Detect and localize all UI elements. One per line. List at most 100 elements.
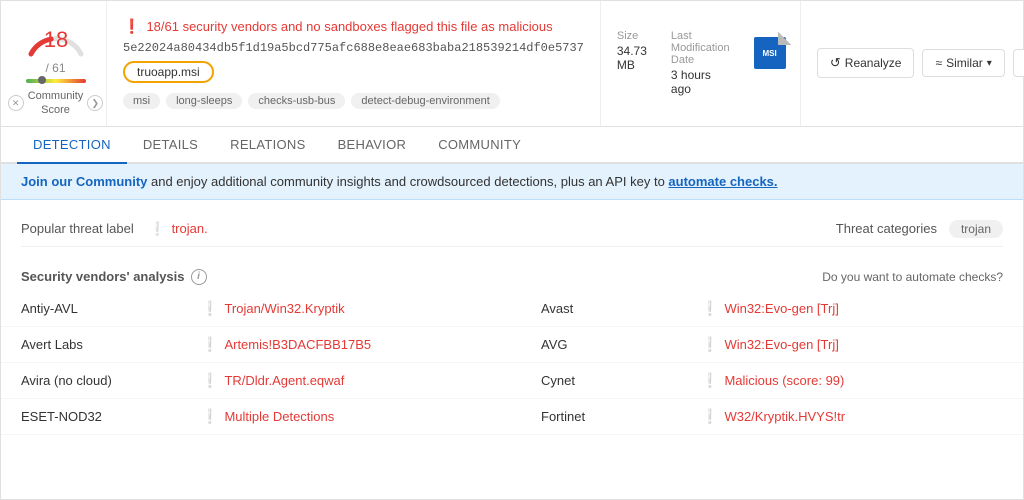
detection-icon-3: ❕ bbox=[201, 372, 218, 389]
tags-row: msi long-sleeps checks-usb-bus detect-de… bbox=[123, 93, 584, 109]
detection-name-3: TR/Dldr.Agent.eqwaf bbox=[224, 373, 344, 388]
vendor-name-1b: Avast bbox=[521, 291, 681, 327]
tag-msi[interactable]: msi bbox=[123, 93, 160, 109]
table-row: Avert Labs ❕ Artemis!B3DACFBB17B5 AVG ❕ … bbox=[1, 326, 1023, 362]
detection-icon-4b: ❕ bbox=[701, 408, 718, 425]
detection-icon-4: ❕ bbox=[201, 408, 218, 425]
tag-usb-bus[interactable]: checks-usb-bus bbox=[248, 93, 345, 109]
vendor-detection-4b: ❕ W32/Kryptik.HVYS!tr bbox=[701, 408, 1003, 425]
score-section: 18 / 61 ✕ Community Score ❯ bbox=[17, 1, 107, 126]
table-row: ESET-NOD32 ❕ Multiple Detections Fortine… bbox=[1, 398, 1023, 434]
category-badge: trojan bbox=[949, 220, 1003, 238]
mod-label: Last Modification Date bbox=[671, 30, 730, 66]
header-actions: ↺ Reanalyze ≈ Similar ▾ More ▾ bbox=[800, 1, 1024, 126]
tab-detection[interactable]: DETECTION bbox=[17, 127, 127, 164]
automate-link: Do you want to automate checks? bbox=[822, 270, 1003, 284]
reanalyze-icon: ↺ bbox=[830, 55, 841, 71]
join-community-link[interactable]: Join our Community bbox=[21, 174, 147, 189]
vendor-detection-3b: ❕ Malicious (score: 99) bbox=[701, 372, 1003, 389]
tab-community[interactable]: COMMUNITY bbox=[422, 127, 537, 164]
filename-row: truoapp.msi bbox=[123, 61, 584, 83]
tab-behavior[interactable]: BEHAVIOR bbox=[322, 127, 423, 164]
cs-up-arrow[interactable]: ❯ bbox=[87, 95, 103, 111]
threat-warning-icon: ❕ bbox=[149, 221, 165, 237]
threat-name: trojan. bbox=[172, 221, 208, 236]
vendor-name-3: Avira (no cloud) bbox=[1, 362, 181, 398]
detection-icon-2: ❕ bbox=[201, 336, 218, 353]
threat-categories-row: Threat categories trojan bbox=[836, 220, 1003, 238]
vendor-name-1: Antiy-AVL bbox=[1, 291, 181, 327]
similar-button[interactable]: ≈ Similar ▾ bbox=[922, 49, 1004, 77]
size-label: Size bbox=[617, 30, 647, 42]
threat-row: Popular threat label ❕ trojan. Threat ca… bbox=[21, 212, 1003, 247]
meta-mod-date: Last Modification Date 3 hours ago bbox=[671, 30, 730, 96]
score-indicator bbox=[38, 76, 46, 84]
score-denom: / 61 bbox=[45, 61, 65, 75]
detection-name-3b: Malicious (score: 99) bbox=[724, 373, 844, 388]
header-meta: Size 34.73 MB Last Modification Date 3 h… bbox=[600, 1, 800, 126]
tab-details[interactable]: DETAILS bbox=[127, 127, 214, 164]
content: Join our Community and enjoy additional … bbox=[1, 164, 1023, 499]
detection-icon-1: ❕ bbox=[201, 300, 218, 317]
detection-icon-1b: ❕ bbox=[701, 300, 718, 317]
meta-size: Size 34.73 MB bbox=[617, 30, 647, 72]
filename-badge: truoapp.msi bbox=[123, 61, 214, 83]
vendor-name-4b: Fortinet bbox=[521, 398, 681, 434]
score-bar bbox=[26, 79, 86, 83]
tab-relations[interactable]: RELATIONS bbox=[214, 127, 321, 164]
tag-debug-env[interactable]: detect-debug-environment bbox=[351, 93, 499, 109]
msi-icon: MSI bbox=[754, 30, 792, 70]
reanalyze-label: Reanalyze bbox=[845, 56, 902, 70]
categories-label: Threat categories bbox=[836, 221, 937, 236]
table-row: Avira (no cloud) ❕ TR/Dldr.Agent.eqwaf C… bbox=[1, 362, 1023, 398]
size-value: 34.73 MB bbox=[617, 44, 647, 72]
filetype-label: MSI bbox=[762, 49, 776, 58]
detection-icon-3b: ❕ bbox=[701, 372, 718, 389]
mod-value: 3 hours ago bbox=[671, 68, 730, 96]
detection-name-1: Trojan/Win32.Kryptik bbox=[224, 301, 344, 316]
more-button[interactable]: More ▾ bbox=[1013, 49, 1024, 77]
info-icon[interactable]: i bbox=[191, 269, 207, 285]
vendor-detection-3: ❕ TR/Dldr.Agent.eqwaf bbox=[201, 372, 501, 389]
vendors-title: Security vendors' analysis i bbox=[21, 269, 207, 285]
vendor-name-2: Avert Labs bbox=[1, 326, 181, 362]
popular-label: Popular threat label bbox=[21, 221, 134, 236]
detection-name-2b: Win32:Evo-gen [Trj] bbox=[724, 337, 838, 352]
vendor-name-4: ESET-NOD32 bbox=[1, 398, 181, 434]
main-container: 18 / 61 ✕ Community Score ❯ ❗ 18/61 secu… bbox=[0, 0, 1024, 500]
table-row: Antiy-AVL ❕ Trojan/Win32.Kryptik Avast ❕… bbox=[1, 291, 1023, 327]
vendors-header: Security vendors' analysis i Do you want… bbox=[1, 259, 1023, 291]
hash-row: 5e22024a80434db5f1d19a5bcd775afc688e8eae… bbox=[123, 41, 584, 55]
vendor-name-2b: AVG bbox=[521, 326, 681, 362]
vendor-detection-2: ❕ Artemis!B3DACFBB17B5 bbox=[201, 336, 501, 353]
detection-name-4b: W32/Kryptik.HVYS!tr bbox=[724, 409, 845, 424]
file-corner bbox=[778, 31, 792, 45]
detection-name-1b: Win32:Evo-gen [Trj] bbox=[724, 301, 838, 316]
alert-row: ❗ 18/61 security vendors and no sandboxe… bbox=[123, 18, 584, 35]
score-gauge: 18 bbox=[21, 9, 91, 61]
vendor-detection-4: ❕ Multiple Detections bbox=[201, 408, 501, 425]
meta-row: Size 34.73 MB Last Modification Date 3 h… bbox=[617, 30, 784, 96]
automate-checks-link[interactable]: automate checks. bbox=[668, 174, 777, 189]
alert-text: 18/61 security vendors and no sandboxes … bbox=[146, 19, 552, 34]
popular-threat-label: Popular threat label ❕ trojan. bbox=[21, 221, 208, 237]
header: 18 / 61 ✕ Community Score ❯ ❗ 18/61 secu… bbox=[1, 1, 1023, 127]
score-number: 18 bbox=[43, 27, 67, 52]
hash-value: 5e22024a80434db5f1d19a5bcd775afc688e8eae… bbox=[123, 41, 584, 55]
community-banner: Join our Community and enjoy additional … bbox=[1, 164, 1023, 200]
vendors-title-text: Security vendors' analysis bbox=[21, 269, 185, 284]
similar-icon: ≈ bbox=[935, 56, 942, 70]
tag-long-sleeps[interactable]: long-sleeps bbox=[166, 93, 242, 109]
threat-section: Popular threat label ❕ trojan. Threat ca… bbox=[1, 200, 1023, 259]
reanalyze-button[interactable]: ↺ Reanalyze bbox=[817, 48, 915, 78]
banner-middle-text: and enjoy additional community insights … bbox=[147, 174, 668, 189]
vendor-detection-1: ❕ Trojan/Win32.Kryptik bbox=[201, 300, 501, 317]
similar-label: Similar bbox=[946, 56, 983, 70]
cs-down-arrow[interactable]: ✕ bbox=[8, 95, 24, 111]
vendor-name-3b: Cynet bbox=[521, 362, 681, 398]
nav-tabs: DETECTION DETAILS RELATIONS BEHAVIOR COM… bbox=[1, 127, 1023, 164]
detection-icon-2b: ❕ bbox=[701, 336, 718, 353]
vendor-detection-2b: ❕ Win32:Evo-gen [Trj] bbox=[701, 336, 1003, 353]
similar-chevron-icon: ▾ bbox=[987, 58, 992, 69]
header-info: ❗ 18/61 security vendors and no sandboxe… bbox=[107, 1, 600, 126]
